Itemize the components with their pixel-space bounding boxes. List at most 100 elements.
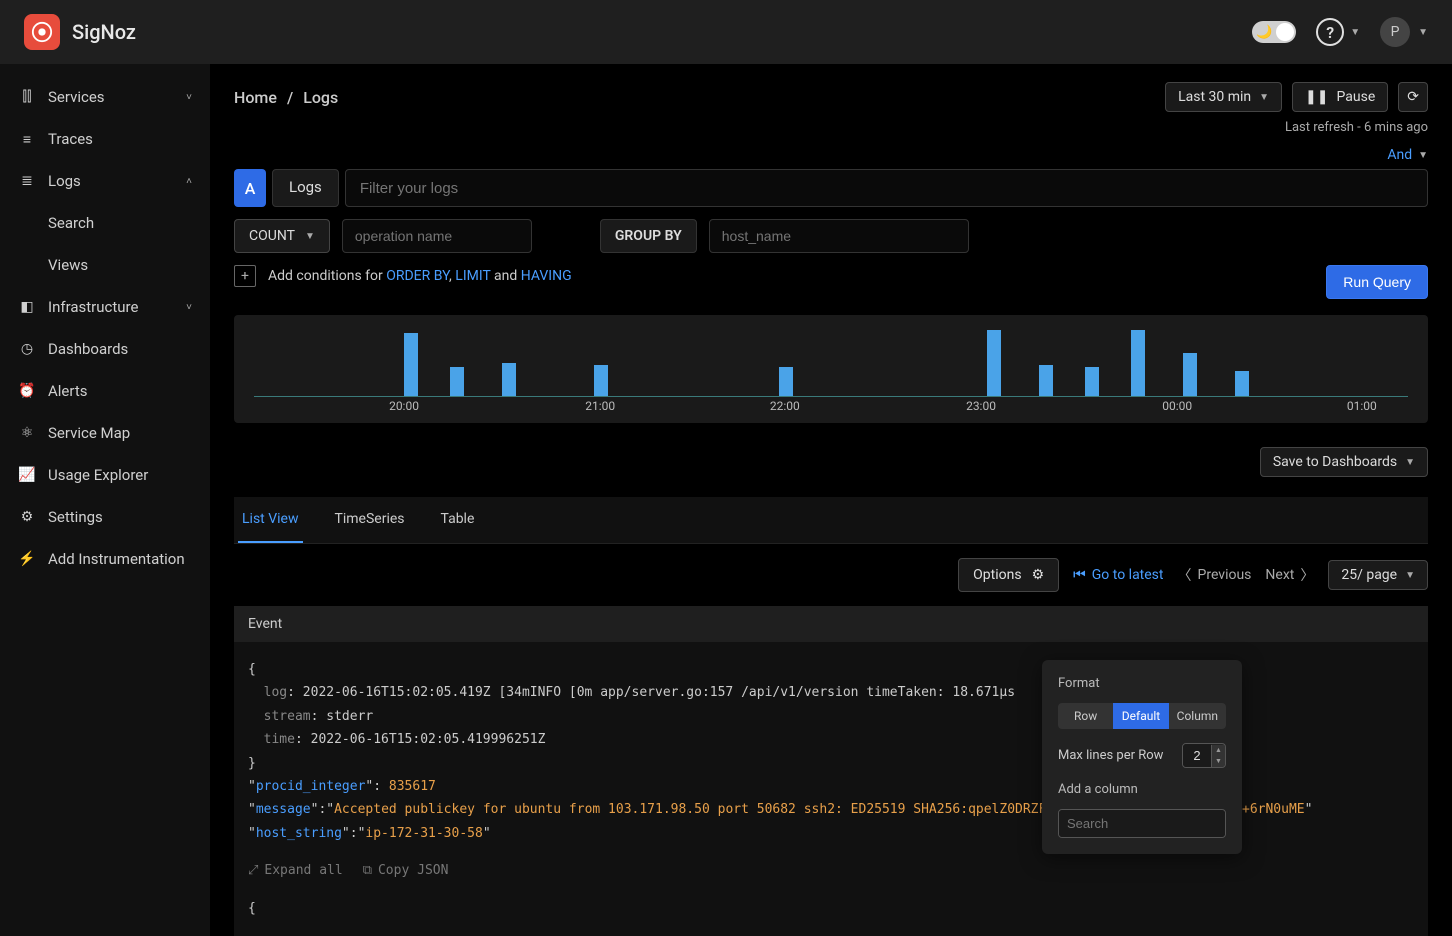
options-label: Options	[973, 567, 1021, 583]
sidebar-item-service-map[interactable]: ⚛Service Map	[0, 412, 210, 454]
theme-toggle[interactable]: 🌙	[1252, 21, 1296, 43]
and-label: And	[1387, 147, 1412, 163]
result-tabs: List View TimeSeries Table	[234, 497, 1428, 544]
sidebar-item-dashboards[interactable]: ◷Dashboards	[0, 328, 210, 370]
cube-icon: ◧	[18, 298, 36, 316]
gear-icon: ⚙	[18, 508, 36, 526]
toggle-knob	[1276, 23, 1294, 41]
tab-timeseries[interactable]: TimeSeries	[331, 497, 409, 543]
format-default[interactable]: Default	[1113, 703, 1168, 729]
user-menu[interactable]: P ▼	[1380, 17, 1428, 47]
prev-label: Previous	[1198, 567, 1252, 583]
max-lines-input[interactable]: ▲ ▼	[1182, 743, 1226, 768]
page-size-select[interactable]: 25/ page ▼	[1328, 560, 1428, 590]
chart-tick: 22:00	[770, 399, 800, 413]
chevron-right-icon: 〉	[1300, 565, 1314, 585]
refresh-button[interactable]: ⟳	[1398, 82, 1428, 112]
sidebar-subitem-views[interactable]: Views	[0, 244, 210, 286]
bar-chart-icon: ⫿⫿	[18, 88, 36, 106]
sidebar-item-add-instrumentation[interactable]: ⚡Add Instrumentation	[0, 538, 210, 580]
group-by-input[interactable]	[709, 219, 969, 253]
sidebar-item-settings[interactable]: ⚙Settings	[0, 496, 210, 538]
previous-button[interactable]: 〈 Previous	[1178, 565, 1252, 585]
sidebar-item-services[interactable]: ⫿⫿ Services ˅	[0, 76, 210, 118]
help-button[interactable]: ? ▼	[1316, 18, 1360, 46]
chevron-down-icon: ▼	[1405, 457, 1415, 468]
run-query-button[interactable]: Run Query	[1326, 265, 1428, 299]
lines-icon: ≡	[18, 130, 36, 148]
format-row[interactable]: Row	[1058, 703, 1113, 729]
conditions-text: Add conditions for ORDER BY, LIMIT and H…	[268, 268, 572, 284]
sidebar-item-logs[interactable]: ≣Logs˄	[0, 160, 210, 202]
sidebar-item-alerts[interactable]: ⏰ Alerts	[0, 370, 210, 412]
copy-json-button[interactable]: ⧉Copy JSON	[363, 859, 449, 882]
chart-bar	[502, 363, 516, 396]
sidebar-item-usage-explorer[interactable]: 📈 Usage Explorer	[0, 454, 210, 496]
operation-name-input[interactable]	[342, 219, 532, 253]
breadcrumb-home[interactable]: Home	[234, 88, 277, 107]
page-size-label: 25/ page	[1341, 567, 1397, 583]
and-operator[interactable]: And ▼	[1387, 147, 1428, 163]
chevron-left-icon: 〈	[1178, 565, 1192, 585]
column-search-input[interactable]	[1059, 810, 1226, 837]
options-button[interactable]: Options ⚙	[958, 558, 1059, 592]
bell-icon: ⏰	[18, 382, 36, 400]
query-badge-a[interactable]: A	[234, 169, 266, 207]
chevron-down-icon: ▼	[1350, 27, 1360, 38]
sidebar-item-label: Dashboards	[48, 340, 128, 358]
sidebar-item-label: Alerts	[48, 382, 88, 400]
sidebar-item-infrastructure[interactable]: ◧Infrastructure˅	[0, 286, 210, 328]
chevron-down-icon: ˅	[186, 92, 192, 103]
format-column[interactable]: Column	[1169, 703, 1226, 729]
chevron-down-icon: ▼	[1418, 150, 1428, 161]
breadcrumb-sep: /	[287, 88, 293, 107]
filter-input[interactable]	[345, 169, 1428, 207]
sidebar-item-label: Usage Explorer	[48, 466, 148, 484]
sidebar: ⫿⫿ Services ˅ ≡Traces≣Logs˄SearchViews ◧ Infr…	[0, 64, 210, 936]
having-link[interactable]: HAVING	[521, 268, 572, 284]
chart-bar	[404, 333, 418, 396]
chart-tick: 20:00	[389, 399, 419, 413]
copy-icon: ⧉	[363, 859, 372, 882]
logo-area[interactable]: SigNoz	[24, 14, 136, 50]
sidebar-item-traces[interactable]: ≡Traces	[0, 118, 210, 160]
tab-list-view[interactable]: List View	[238, 497, 303, 543]
chart-bar	[1131, 330, 1145, 396]
sidebar-item-label: Logs	[48, 172, 81, 190]
tab-table[interactable]: Table	[437, 497, 479, 543]
avatar: P	[1380, 17, 1410, 47]
sidebar-item-label: Service Map	[48, 424, 130, 442]
add-condition-button[interactable]: +	[234, 265, 256, 287]
skip-back-icon: ⏮	[1073, 567, 1086, 583]
chart-bar	[1039, 365, 1053, 396]
sidebar-item-label: Services	[48, 88, 105, 106]
format-segment: RowDefaultColumn	[1058, 703, 1226, 729]
chart-tick: 00:00	[1162, 399, 1192, 413]
stepper-down[interactable]: ▼	[1211, 756, 1225, 767]
limit-link[interactable]: LIMIT	[455, 268, 490, 284]
chart-bar	[450, 367, 464, 396]
format-label: Format	[1058, 676, 1226, 691]
max-lines-field[interactable]	[1183, 744, 1211, 767]
main-content: Home / Logs Last 30 min ▼ ❚❚ Pause ⟳ Las…	[210, 64, 1452, 936]
orderby-link[interactable]: ORDER BY	[386, 268, 449, 284]
next-button[interactable]: Next 〉	[1265, 565, 1314, 585]
refresh-icon: ⟳	[1407, 89, 1419, 105]
go-to-latest-button[interactable]: ⏮ Go to latest	[1073, 567, 1163, 583]
source-selector[interactable]: Logs	[272, 169, 339, 207]
save-to-dashboards-button[interactable]: Save to Dashboards ▼	[1260, 447, 1428, 477]
stepper-up[interactable]: ▲	[1211, 745, 1225, 756]
time-range-picker[interactable]: Last 30 min ▼	[1165, 82, 1282, 112]
sidebar-subitem-search[interactable]: Search	[0, 202, 210, 244]
aggregation-select[interactable]: COUNT ▼	[234, 219, 330, 253]
expand-all-button[interactable]: ⤢Expand all	[248, 859, 343, 882]
add-column-label: Add a column	[1058, 782, 1226, 797]
moon-icon: 🌙	[1256, 25, 1272, 40]
go-latest-label: Go to latest	[1092, 567, 1164, 583]
time-range-label: Last 30 min	[1178, 89, 1251, 105]
group-by-label: GROUP BY	[600, 219, 697, 253]
sidebar-item-label: Infrastructure	[48, 298, 138, 316]
trend-icon: 📈	[18, 466, 36, 484]
plug-icon: ⚡	[18, 550, 36, 568]
pause-button[interactable]: ❚❚ Pause	[1292, 82, 1388, 112]
